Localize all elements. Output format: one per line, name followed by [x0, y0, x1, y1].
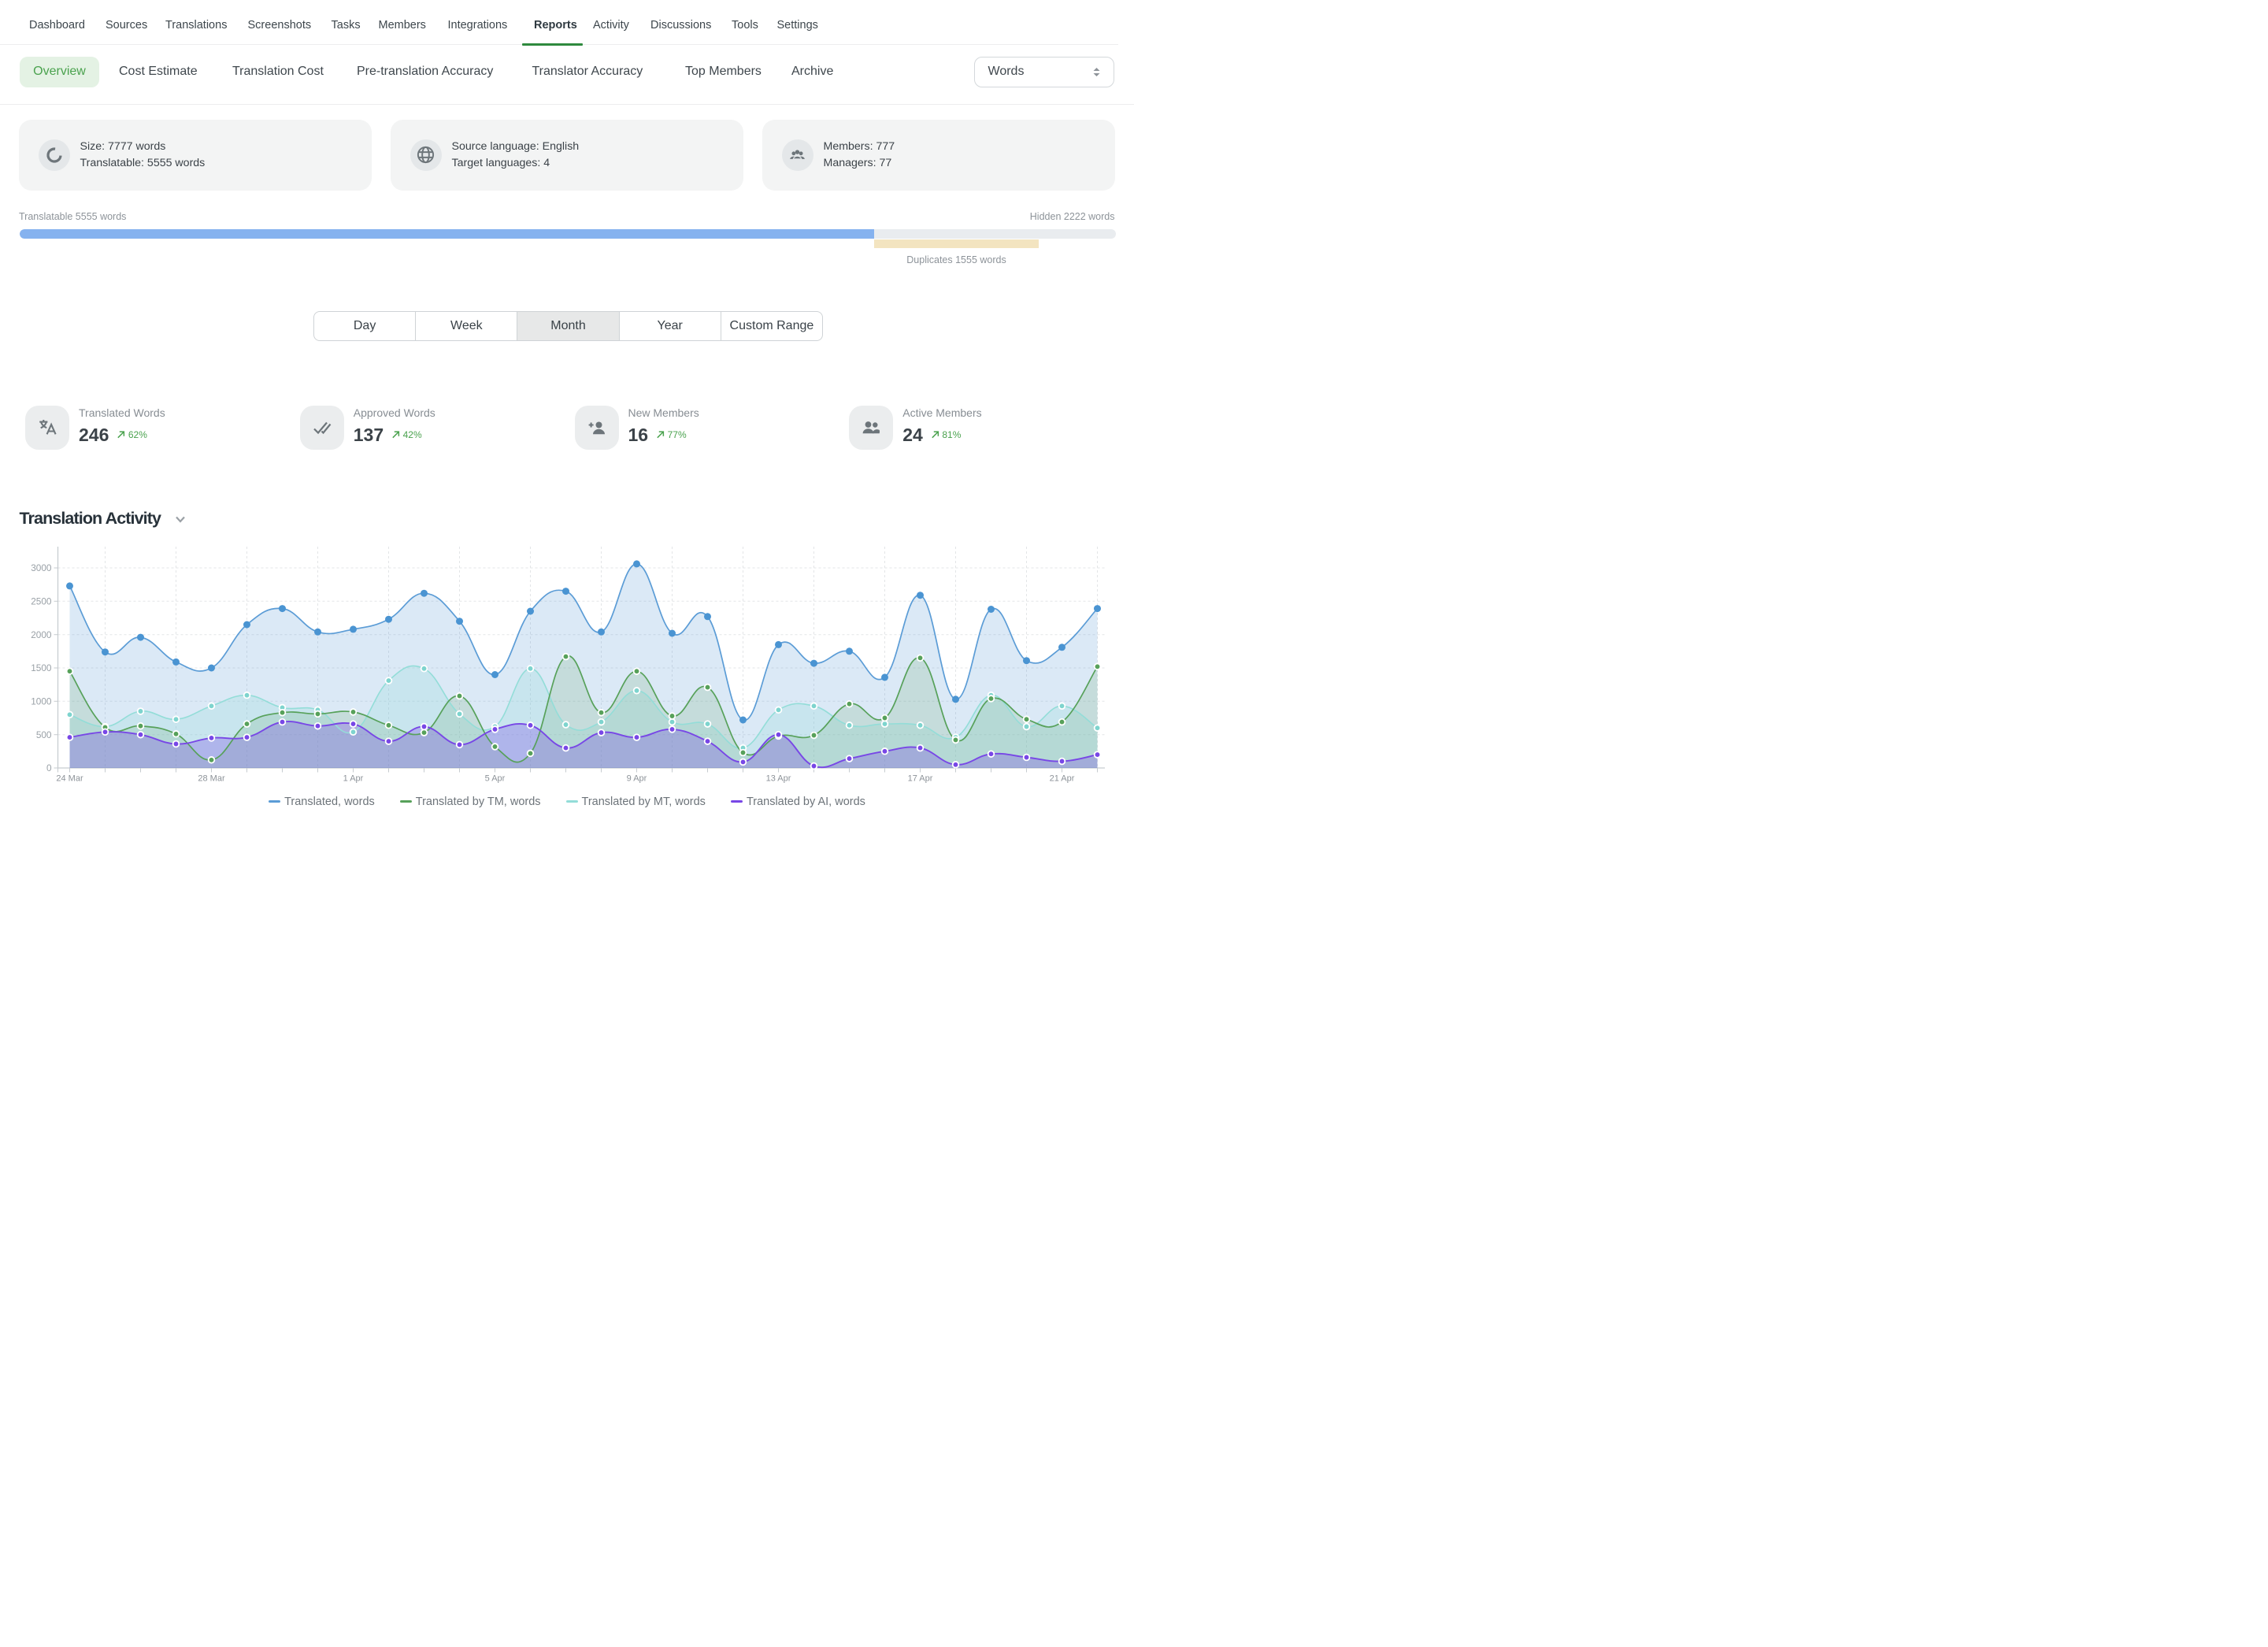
- svg-text:0: 0: [46, 762, 52, 773]
- svg-text:1000: 1000: [31, 696, 52, 707]
- svg-text:2500: 2500: [31, 596, 52, 607]
- svg-text:1500: 1500: [31, 662, 52, 673]
- svg-text:21 Apr: 21 Apr: [1050, 773, 1075, 783]
- svg-text:500: 500: [36, 729, 52, 740]
- svg-text:28 Mar: 28 Mar: [198, 773, 225, 783]
- svg-text:2000: 2000: [31, 629, 52, 640]
- svg-text:1 Apr: 1 Apr: [343, 773, 364, 783]
- svg-text:3000: 3000: [31, 562, 52, 573]
- svg-text:13 Apr: 13 Apr: [766, 773, 791, 783]
- svg-text:9 Apr: 9 Apr: [627, 773, 647, 783]
- svg-text:24 Mar: 24 Mar: [56, 773, 83, 783]
- svg-text:17 Apr: 17 Apr: [908, 773, 933, 783]
- svg-text:5 Apr: 5 Apr: [485, 773, 506, 783]
